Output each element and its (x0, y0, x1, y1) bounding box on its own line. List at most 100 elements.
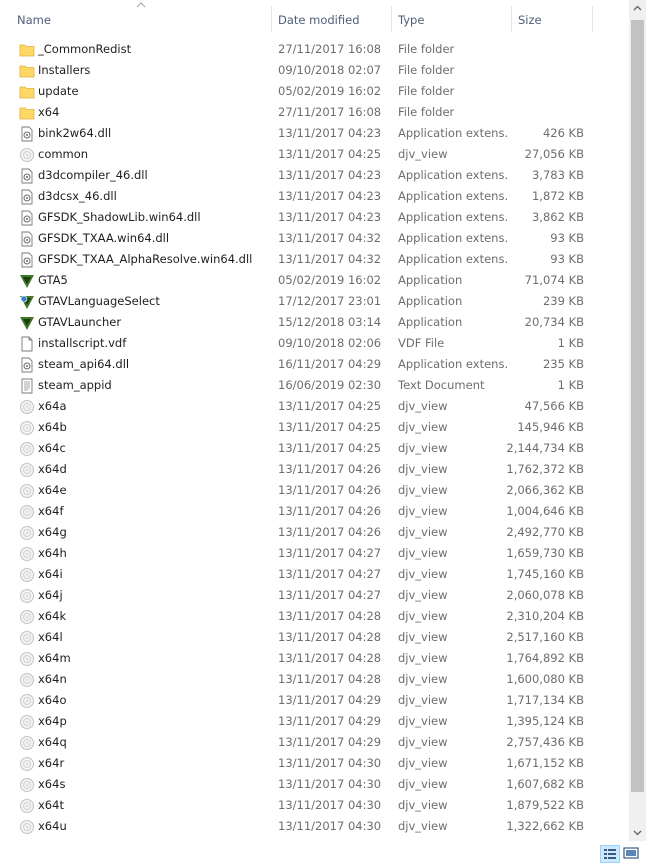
scroll-down-icon[interactable] (629, 824, 646, 841)
column-date-modified[interactable]: Date modified (278, 0, 390, 36)
file-row[interactable]: d3dcompiler_46.dll 13/11/2017 04:23 Applic… (0, 165, 628, 186)
scrollbar-thumb[interactable] (631, 20, 644, 792)
column-divider[interactable] (511, 6, 512, 32)
file-row[interactable]: GFSDK_TXAA.win64.dll 13/11/2017 04:32 Appl… (0, 228, 628, 249)
gtav-icon (19, 315, 35, 331)
column-name[interactable]: Name (17, 0, 270, 36)
file-row[interactable]: x64o 13/11/2017 04:29 djv_view 1,717,134 KB (0, 690, 628, 711)
file-name: x64u (38, 819, 67, 833)
djv-icon (19, 546, 35, 562)
file-row[interactable]: x64g 13/11/2017 04:26 djv_view 2,492,770 KB (0, 522, 628, 543)
file-row[interactable]: x64i 13/11/2017 04:27 djv_view 1,745,160 KB (0, 564, 628, 585)
column-size[interactable]: Size (518, 0, 592, 36)
file-row[interactable]: x64q 13/11/2017 04:29 djv_view 2,757,436 KB (0, 732, 628, 753)
file-name: update (38, 84, 79, 98)
column-divider[interactable] (271, 6, 272, 32)
file-row[interactable]: x64h 13/11/2017 04:27 djv_view 1,659,730 KB (0, 543, 628, 564)
file-size: 1,879,522 KB (506, 798, 584, 812)
file-size: 1 KB (557, 336, 584, 350)
file-name: GTA5 (38, 273, 68, 287)
file-date-modified: 15/12/2018 03:14 (278, 315, 382, 329)
file-size: 1,659,730 KB (506, 546, 584, 560)
vertical-scrollbar[interactable] (629, 0, 646, 841)
file-date-modified: 13/11/2017 04:29 (278, 714, 382, 728)
column-type[interactable]: Type (398, 0, 510, 36)
file-name: x64t (38, 798, 64, 812)
file-row[interactable]: GFSDK_ShadowLib.win64.dll 13/11/2017 04:2… (0, 207, 628, 228)
file-name: x64i (38, 567, 63, 581)
file-size: 1,762,372 KB (506, 462, 584, 476)
djv-icon (19, 630, 35, 646)
file-size: 93 KB (550, 252, 584, 266)
file-size: 27,056 KB (524, 147, 584, 161)
file-row[interactable]: x64s 13/11/2017 04:30 djv_view 1,607,682 KB (0, 774, 628, 795)
file-row[interactable]: x64k 13/11/2017 04:28 djv_view 2,310,204 KB (0, 606, 628, 627)
file-date-modified: 27/11/2017 16:08 (278, 42, 382, 56)
file-type: File folder (398, 63, 455, 77)
dll-icon (19, 252, 35, 268)
file-row[interactable]: x64r 13/11/2017 04:30 djv_view 1,671,152 KB (0, 753, 628, 774)
file-size: 1,322,662 KB (506, 819, 584, 833)
file-row[interactable]: x64j 13/11/2017 04:27 djv_view 2,060,078 KB (0, 585, 628, 606)
file-size: 1,872 KB (531, 189, 584, 203)
file-row[interactable]: x64a 13/11/2017 04:25 djv_view 47,566 KB (0, 396, 628, 417)
file-row[interactable]: steam_api64.dll 16/11/2017 04:29 Applicati… (0, 354, 628, 375)
folder-icon (19, 105, 35, 121)
file-row[interactable]: _CommonRedist 27/11/2017 16:08 File folder (0, 39, 628, 60)
file-size: 2,060,078 KB (506, 588, 584, 602)
file-row[interactable]: x64t 13/11/2017 04:30 djv_view 1,879,522 KB (0, 795, 628, 816)
file-size: 1,745,160 KB (506, 567, 584, 581)
djv-icon (19, 420, 35, 436)
large-icons-view-button[interactable] (622, 845, 642, 863)
file-row[interactable]: steam_appid 16/06/2019 02:30 Text Document… (0, 375, 628, 396)
file-row[interactable]: update 05/02/2019 16:02 File folder (0, 81, 628, 102)
scroll-up-icon[interactable] (629, 0, 646, 17)
details-view-button[interactable] (600, 845, 620, 863)
file-row[interactable]: x64d 13/11/2017 04:26 djv_view 1,762,372 KB (0, 459, 628, 480)
file-row[interactable]: bink2w64.dll 13/11/2017 04:23 Application … (0, 123, 628, 144)
file-row[interactable]: x64 27/11/2017 16:08 File folder (0, 102, 628, 123)
file-name: x64c (38, 441, 66, 455)
file-date-modified: 13/11/2017 04:23 (278, 126, 382, 140)
file-size: 1,004,646 KB (506, 504, 584, 518)
file-row[interactable]: x64n 13/11/2017 04:28 djv_view 1,600,080 KB (0, 669, 628, 690)
column-divider[interactable] (592, 6, 593, 32)
file-name: x64e (38, 483, 67, 497)
file-date-modified: 13/11/2017 04:30 (278, 777, 382, 791)
file-row[interactable]: GTAVLanguageSelect 17/12/2017 23:01 Applic… (0, 291, 628, 312)
file-date-modified: 13/11/2017 04:23 (278, 210, 382, 224)
file-row[interactable]: GTAVLauncher 15/12/2018 03:14 Application 2… (0, 312, 628, 333)
file-row[interactable]: Installers 09/10/2018 02:07 File folder (0, 60, 628, 81)
folder-icon (19, 42, 35, 58)
file-row[interactable]: x64b 13/11/2017 04:25 djv_view 145,946 KB (0, 417, 628, 438)
details-view-icon (604, 849, 616, 859)
file-date-modified: 13/11/2017 04:27 (278, 546, 382, 560)
file-row[interactable]: x64e 13/11/2017 04:26 djv_view 2,066,362 KB (0, 480, 628, 501)
file-name: steam_appid (38, 378, 112, 392)
file-size: 2,066,362 KB (506, 483, 584, 497)
file-date-modified: 13/11/2017 04:25 (278, 147, 382, 161)
file-name: _CommonRedist (38, 42, 132, 56)
file-row[interactable]: GTA5 05/02/2019 16:02 Application 71,074 KB (0, 270, 628, 291)
file-row[interactable]: GFSDK_TXAA_AlphaResolve.win64.dll 13/11/2… (0, 249, 628, 270)
file-date-modified: 13/11/2017 04:27 (278, 567, 382, 581)
file-row[interactable]: common 13/11/2017 04:25 djv_view 27,056 KB (0, 144, 628, 165)
file-name: x64m (38, 651, 71, 665)
file-date-modified: 27/11/2017 16:08 (278, 105, 382, 119)
file-row[interactable]: x64c 13/11/2017 04:25 djv_view 2,144,734 KB (0, 438, 628, 459)
folder-icon (19, 84, 35, 100)
file-row[interactable]: x64l 13/11/2017 04:28 djv_view 2,517,160 KB (0, 627, 628, 648)
djv-icon (19, 483, 35, 499)
file-row[interactable]: x64p 13/11/2017 04:29 djv_view 1,395,124 KB (0, 711, 628, 732)
file-name: d3dcsx_46.dll (38, 189, 117, 203)
file-size: 1,764,892 KB (506, 651, 584, 665)
file-row[interactable]: installscript.vdf 09/10/2018 02:06 VDF Fil… (0, 333, 628, 354)
file-row[interactable]: x64u 13/11/2017 04:30 djv_view 1,322,662 KB (0, 816, 628, 837)
file-row[interactable]: x64f 13/11/2017 04:26 djv_view 1,004,646 KB (0, 501, 628, 522)
file-row[interactable]: d3dcsx_46.dll 13/11/2017 04:23 Application… (0, 186, 628, 207)
file-date-modified: 13/11/2017 04:29 (278, 735, 382, 749)
file-date-modified: 13/11/2017 04:30 (278, 798, 382, 812)
file-date-modified: 13/11/2017 04:27 (278, 588, 382, 602)
file-row[interactable]: x64m 13/11/2017 04:28 djv_view 1,764,892 KB (0, 648, 628, 669)
column-divider[interactable] (391, 6, 392, 32)
